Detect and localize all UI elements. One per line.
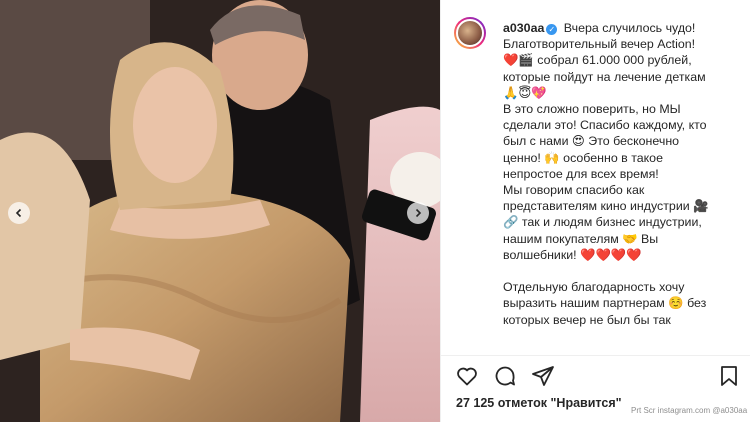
heart-icon bbox=[457, 367, 477, 386]
next-arrow[interactable] bbox=[407, 202, 429, 224]
post-caption: a030aa ✓ Вчера случилось чудо! Благотвори… bbox=[503, 20, 737, 328]
caption-text: Вчера случилось чудо! Благотворительный … bbox=[503, 21, 709, 327]
likes-count[interactable]: 27 125 отметок "Нравится" bbox=[456, 396, 622, 410]
post-photo[interactable] bbox=[0, 0, 440, 422]
watermark: Prt Scr instagram.com @a030aa bbox=[631, 406, 748, 415]
chevron-right-icon bbox=[415, 208, 422, 218]
prev-arrow[interactable] bbox=[8, 202, 30, 224]
avatar[interactable] bbox=[454, 17, 486, 49]
save-button[interactable] bbox=[717, 364, 741, 388]
bookmark-icon bbox=[721, 366, 737, 386]
like-button[interactable] bbox=[455, 364, 479, 388]
post-actions bbox=[455, 364, 741, 388]
photo-illustration bbox=[0, 0, 440, 422]
divider bbox=[441, 355, 750, 356]
post-sidebar: a030aa ✓ Вчера случилось чудо! Благотвори… bbox=[440, 0, 750, 422]
comment-button[interactable] bbox=[493, 364, 517, 388]
comment-icon bbox=[495, 366, 515, 386]
verified-badge-icon: ✓ bbox=[546, 24, 558, 35]
share-button[interactable] bbox=[531, 364, 555, 388]
username[interactable]: a030aa bbox=[503, 21, 544, 35]
share-icon bbox=[532, 366, 554, 386]
chevron-left-icon bbox=[15, 208, 22, 218]
